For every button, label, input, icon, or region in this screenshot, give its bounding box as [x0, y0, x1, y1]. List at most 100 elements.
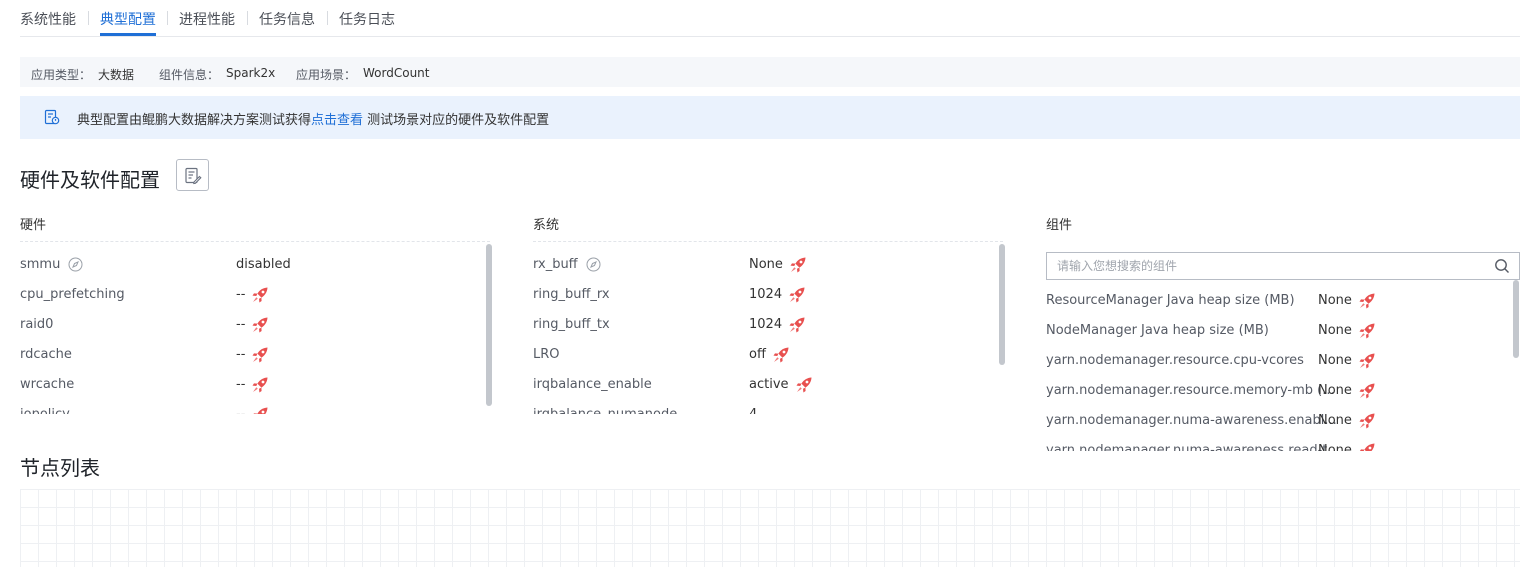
config-key: rx_buff	[533, 257, 578, 272]
config-value: 1024	[749, 287, 783, 302]
tab-task-log[interactable]: 任务日志	[339, 9, 395, 29]
config-key: rdcache	[20, 347, 72, 362]
config-value: 4	[749, 407, 757, 414]
rocket-icon[interactable]	[251, 406, 269, 414]
config-row: wrcache --	[20, 369, 482, 399]
config-section-title: 硬件及软件配置	[20, 168, 160, 192]
config-row: yarn.nodemanager.resource.memory-mb (...…	[1046, 375, 1508, 405]
app-scene-value: WordCount	[363, 66, 430, 80]
component-scrollbar[interactable]	[1513, 280, 1519, 358]
config-row: irqbalance_enable active	[533, 369, 995, 399]
rocket-icon[interactable]	[1358, 412, 1376, 430]
config-key: raid0	[20, 317, 54, 332]
notice-view-link[interactable]: 点击查看	[311, 113, 363, 128]
config-value: --	[236, 347, 246, 362]
config-value: None	[1318, 293, 1352, 308]
rocket-icon[interactable]	[251, 376, 269, 394]
node-list-title: 节点列表	[20, 456, 100, 480]
hardware-divider	[20, 241, 490, 242]
app-type-label: 应用类型：	[31, 68, 92, 82]
component-search	[1046, 252, 1520, 280]
config-row: ResourceManager Java heap size (MB) None	[1046, 285, 1508, 315]
config-value: --	[236, 317, 246, 332]
component-list: ResourceManager Java heap size (MB) None N…	[1046, 285, 1508, 451]
rocket-icon[interactable]	[251, 286, 269, 304]
info-icon[interactable]	[68, 257, 83, 272]
system-list: rx_buff None ring_buff_rx 1024 ring_buff_tx 1…	[533, 249, 995, 414]
notice-text-before: 典型配置由鲲鹏大数据解决方案测试获得	[77, 113, 312, 128]
app-info-bar: 应用类型： 大数据 组件信息： Spark2x 应用场景： WordCount	[20, 57, 1520, 87]
config-key: smmu	[20, 257, 61, 272]
tab-bar: 系统性能 典型配置 进程性能 任务信息 任务日志	[20, 0, 1520, 37]
edit-config-button[interactable]	[176, 159, 209, 191]
tab-typical-config[interactable]: 典型配置	[100, 9, 156, 29]
rocket-icon[interactable]	[1358, 322, 1376, 340]
notice-icon	[44, 109, 60, 125]
tab-system-performance[interactable]: 系统性能	[20, 9, 76, 29]
config-value: off	[749, 347, 766, 362]
config-value: None	[1318, 443, 1352, 451]
notice-text-after: 测试场景对应的硬件及软件配置	[363, 113, 550, 128]
rocket-icon[interactable]	[788, 316, 806, 334]
config-row: smmu disabled	[20, 249, 482, 279]
notice-text: 典型配置由鲲鹏大数据解决方案测试获得点击查看 测试场景对应的硬件及软件配置	[77, 109, 549, 128]
rocket-icon[interactable]	[251, 346, 269, 364]
tab-process-performance[interactable]: 进程性能	[179, 9, 235, 29]
config-key: iopolicy	[20, 407, 70, 414]
component-search-input[interactable]	[1047, 253, 1487, 279]
config-key: yarn.nodemanager.numa-awareness.enabl...	[1046, 413, 1337, 428]
config-row: cpu_prefetching --	[20, 279, 482, 309]
rocket-icon[interactable]	[1358, 442, 1376, 451]
info-icon[interactable]	[586, 257, 601, 272]
node-list-area	[20, 489, 1520, 567]
config-value: None	[1318, 353, 1352, 368]
search-icon[interactable]	[1494, 258, 1510, 274]
config-row: ring_buff_tx 1024	[533, 309, 995, 339]
config-key: yarn.nodemanager.numa-awareness.read-t..…	[1046, 443, 1340, 451]
app-scene-label: 应用场景：	[296, 68, 357, 82]
rocket-icon[interactable]	[789, 256, 807, 274]
config-key: irqbalance_enable	[533, 377, 652, 392]
system-heading: 系统	[533, 218, 560, 233]
config-value: --	[236, 377, 246, 392]
rocket-icon[interactable]	[251, 316, 269, 334]
config-key: wrcache	[20, 377, 75, 392]
tab-task-info[interactable]: 任务信息	[259, 9, 315, 29]
system-scrollbar[interactable]	[999, 244, 1005, 365]
config-key: ring_buff_rx	[533, 287, 610, 302]
config-value: None	[1318, 413, 1352, 428]
tab-divider	[327, 11, 328, 25]
hardware-list: smmu disabled cpu_prefetching -- raid0 -- rdca…	[20, 249, 482, 414]
config-row: NodeManager Java heap size (MB) None	[1046, 315, 1508, 345]
config-value: active	[749, 377, 789, 392]
hardware-heading: 硬件	[20, 218, 47, 233]
rocket-icon[interactable]	[1358, 382, 1376, 400]
config-key: ring_buff_tx	[533, 317, 610, 332]
hardware-scrollbar[interactable]	[486, 244, 492, 406]
config-key: NodeManager Java heap size (MB)	[1046, 323, 1269, 338]
config-row: irqbalance_numanode 4	[533, 399, 995, 414]
app-type-value: 大数据	[98, 68, 135, 82]
rocket-icon[interactable]	[772, 346, 790, 364]
config-row: yarn.nodemanager.numa-awareness.read-t..…	[1046, 435, 1508, 451]
rocket-icon[interactable]	[795, 376, 813, 394]
rocket-icon[interactable]	[1358, 292, 1376, 310]
config-value: 1024	[749, 317, 783, 332]
active-tab-indicator	[100, 33, 156, 36]
config-row: LRO off	[533, 339, 995, 369]
config-row: ring_buff_rx 1024	[533, 279, 995, 309]
tab-divider	[247, 11, 248, 25]
components-heading: 组件	[1046, 218, 1073, 233]
config-row: rx_buff None	[533, 249, 995, 279]
rocket-icon[interactable]	[1358, 352, 1376, 370]
config-key: irqbalance_numanode	[533, 407, 677, 414]
config-key: yarn.nodemanager.resource.memory-mb (...	[1046, 383, 1335, 398]
config-key: LRO	[533, 347, 560, 362]
config-value: None	[749, 257, 783, 272]
edit-icon	[185, 167, 202, 185]
config-key: ResourceManager Java heap size (MB)	[1046, 293, 1295, 308]
rocket-icon[interactable]	[788, 286, 806, 304]
config-row: iopolicy --	[20, 399, 482, 414]
config-value: None	[1318, 383, 1352, 398]
config-value: None	[1318, 323, 1352, 338]
